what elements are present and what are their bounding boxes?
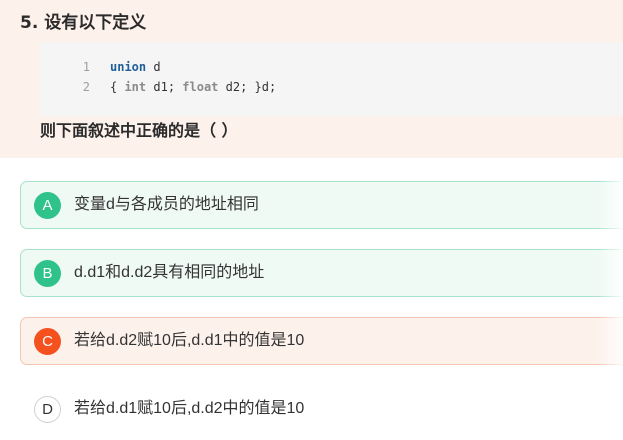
code-keyword: union xyxy=(110,60,147,74)
code-token: { xyxy=(110,80,125,94)
option-letter-badge: C xyxy=(34,328,61,355)
option-letter-badge: B xyxy=(34,260,61,287)
question-prompt: 则下面叙述中正确的是（ ） xyxy=(40,121,238,140)
question-title: 5. 设有以下定义 xyxy=(20,13,147,33)
option-c[interactable]: C 若给d.d2赋10后,d.d1中的值是10 xyxy=(20,317,623,365)
option-text: 若给d.d2赋10后,d.d1中的值是10 xyxy=(74,332,305,349)
option-letter-badge: A xyxy=(34,192,61,219)
option-text: 变量d与各成员的地址相同 xyxy=(74,196,259,213)
code-line: 1 union d xyxy=(40,57,623,77)
option-d[interactable]: D 若给d.d1赋10后,d.d2中的值是10 xyxy=(20,385,623,433)
code-text: { int d1; float d2; }d; xyxy=(110,77,276,97)
quiz-page: 5. 设有以下定义 1 union d 2 { int d1; float d2… xyxy=(0,0,623,440)
code-token: d xyxy=(146,60,161,74)
code-type: int xyxy=(124,80,147,94)
code-type: float xyxy=(182,80,219,94)
code-block: 1 union d 2 { int d1; float d2; }d; xyxy=(40,42,623,116)
option-letter-badge: D xyxy=(34,396,61,423)
line-number: 2 xyxy=(82,80,90,94)
line-number: 1 xyxy=(82,60,90,74)
option-b[interactable]: B d.d1和d.d2具有相同的地址 xyxy=(20,249,623,297)
code-token: d1; xyxy=(146,80,183,94)
option-text: d.d1和d.d2具有相同的地址 xyxy=(74,264,265,281)
code-text: union d xyxy=(110,57,161,77)
code-token: d2; }d; xyxy=(218,80,277,94)
question-panel: 5. 设有以下定义 1 union d 2 { int d1; float d2… xyxy=(0,0,623,158)
option-text: 若给d.d1赋10后,d.d2中的值是10 xyxy=(74,400,305,417)
code-line: 2 { int d1; float d2; }d; xyxy=(40,77,623,97)
option-a[interactable]: A 变量d与各成员的地址相同 xyxy=(20,181,623,229)
